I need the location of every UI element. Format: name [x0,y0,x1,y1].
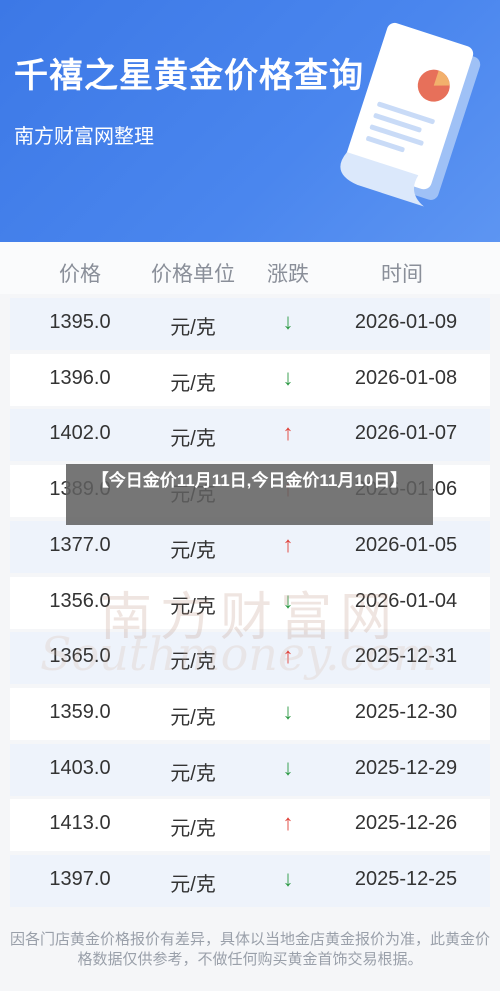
unit-cell: 元/克 [170,317,216,339]
table-row: 1395.0 元/克 ↓ 2026-01-09 [10,298,490,350]
arrow-up-icon: ↑ [282,420,294,446]
disclaimer-note: 因各门店黄金价格报价有差异，具体以当地金店黄金报价为准，此黄金价格数据仅供参考，… [9,931,490,968]
price-cell: 1365.0 [49,645,111,668]
footer: 因各门店黄金价格报价有差异，具体以当地金店黄金报价为准，此黄金价格数据仅供参考，… [0,916,500,991]
unit-cell: 元/克 [170,874,216,896]
unit-cell: 元/克 [170,818,216,841]
date-cell: 2025-12-30 [354,700,458,723]
price-cell: 1397.0 [49,868,111,890]
column-date: 时间 [381,263,423,286]
price-cell: 1395.0 [49,311,111,333]
table-row: 1359.0 元/克 ↓ 2025-12-30 [10,687,490,740]
column-price: 价格 [59,263,101,286]
table-row: 1356.0 元/克 ↓ 2026-01-04 [10,576,490,629]
caption-overlay: 【今日金价11月11日,今日金价11月10日】 [66,464,433,525]
price-cell: 1413.0 [49,812,111,835]
date-cell: 2026-01-08 [354,366,458,389]
date-cell: 2026-01-07 [354,422,458,445]
unit-cell: 元/克 [170,651,216,674]
price-cell: 1356.0 [49,589,111,612]
price-cell: 1377.0 [49,533,111,556]
table-header: 价格 价格单位 涨跌 时间 [0,242,500,294]
page-header: 千禧之星黄金价格查询 南方财富网整理 [0,0,500,242]
table-row: 1413.0 元/克 ↑ 2025-12-26 [10,799,490,852]
table-row: 1365.0 元/克 ↑ 2025-12-31 [10,632,490,685]
column-unit: 价格单位 [151,263,235,286]
unit-cell: 元/克 [170,372,216,395]
table-row: 1403.0 元/克 ↓ 2025-12-29 [10,743,490,796]
table-row: 1377.0 元/克 ↑ 2026-01-05 [10,520,490,573]
date-cell: 2025-12-31 [354,645,458,668]
arrow-down-icon: ↓ [282,309,294,334]
arrow-up-icon: ↑ [282,643,294,669]
unit-cell: 元/克 [170,428,216,451]
arrow-up-icon: ↑ [282,810,294,836]
column-trend: 涨跌 [267,263,309,286]
unit-cell: 元/克 [170,595,216,618]
date-cell: 2026-01-05 [354,533,458,556]
document-chart-icon [340,22,481,207]
date-cell: 2025-12-29 [354,756,458,779]
arrow-down-icon: ↓ [282,866,294,891]
page-title: 千禧之星黄金价格查询 [14,57,364,95]
price-cell: 1403.0 [49,756,111,779]
table-row: 1402.0 元/克 ↑ 2026-01-07 [10,409,490,462]
arrow-down-icon: ↓ [282,698,294,724]
date-cell: 2025-12-26 [354,812,458,835]
price-cell: 1402.0 [49,422,111,445]
unit-cell: 元/克 [170,762,216,785]
arrow-down-icon: ↓ [282,587,294,613]
unit-cell: 元/克 [170,539,216,562]
date-cell: 2026-01-04 [354,589,458,612]
arrow-down-icon: ↓ [282,754,294,780]
arrow-down-icon: ↓ [282,364,294,390]
date-cell: 2026-01-09 [354,311,458,333]
arrow-up-icon: ↑ [282,531,294,557]
unit-cell: 元/克 [170,706,216,729]
price-cell: 1359.0 [49,700,111,723]
table-row: 1397.0 元/克 ↓ 2025-12-25 [10,855,490,907]
page-subtitle: 南方财富网整理 [14,126,154,148]
price-cell: 1396.0 [49,366,111,389]
table-row: 1396.0 元/克 ↓ 2026-01-08 [10,353,490,406]
date-cell: 2025-12-25 [354,868,458,890]
